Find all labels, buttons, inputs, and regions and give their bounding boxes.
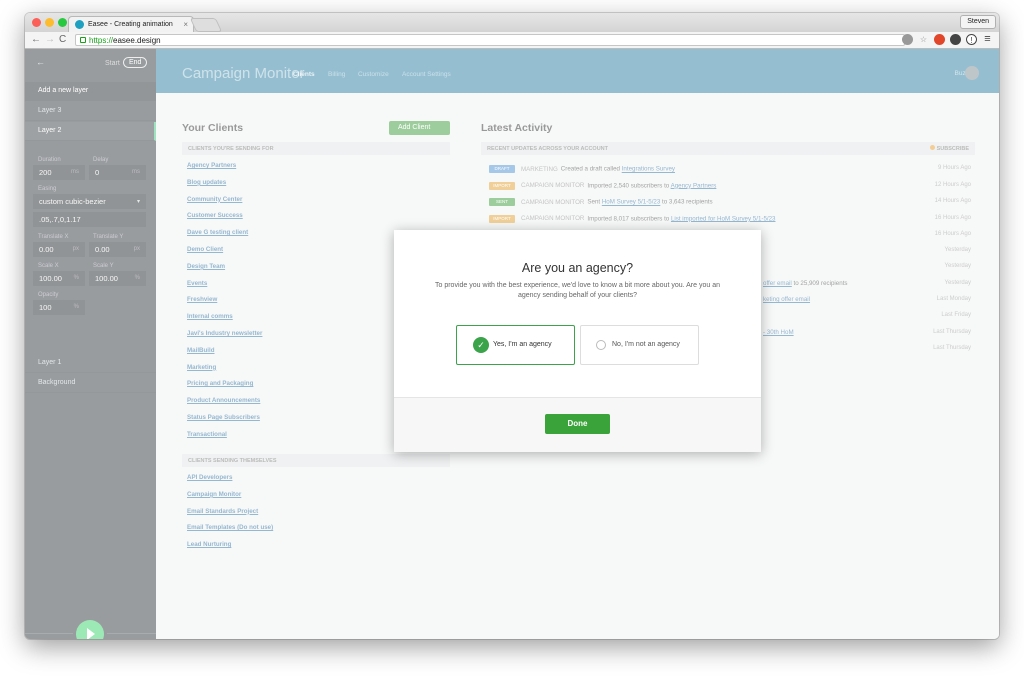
agency-yes-label: Yes, I'm an agency <box>493 341 552 348</box>
modal-title: Are you an agency? <box>521 261 634 275</box>
browser-tab[interactable]: Easee - Creating animation × <box>68 16 194 32</box>
favicon-icon <box>75 20 84 29</box>
close-window-icon[interactable] <box>32 18 41 27</box>
url-host: easee.design <box>113 36 161 45</box>
address-bar[interactable]: https://easee.design <box>75 34 905 46</box>
back-icon[interactable]: ← <box>31 34 41 46</box>
menu-icon[interactable]: ≡ <box>982 34 993 45</box>
tab-bar: Easee - Creating animation × Steven <box>25 13 999 32</box>
tab-title: Easee - Creating animation <box>88 21 173 28</box>
new-tab-button[interactable] <box>189 18 223 32</box>
browser-window: Easee - Creating animation × Steven ← → C… <box>25 13 999 639</box>
modal-footer: Done <box>394 397 761 452</box>
modal-text: To provide you with the best experience,… <box>434 282 720 299</box>
agency-modal: Are you an agency? To provide you with t… <box>394 230 761 452</box>
bulb-icon[interactable] <box>902 34 913 45</box>
done-button[interactable]: Done <box>545 414 610 434</box>
extensions: ☆ ! ≡ <box>902 34 993 45</box>
extension-icon[interactable] <box>950 34 961 45</box>
info-icon[interactable]: ! <box>966 34 977 45</box>
close-tab-icon[interactable]: × <box>183 20 188 29</box>
agency-yes-option[interactable]: ✓ Yes, I'm an agency <box>456 325 575 365</box>
url-scheme: https:// <box>89 36 114 45</box>
agency-no-label: No, I'm not an agency <box>612 341 680 348</box>
maximize-window-icon[interactable] <box>58 18 67 27</box>
star-icon[interactable]: ☆ <box>918 34 929 45</box>
minimize-window-icon[interactable] <box>45 18 54 27</box>
check-icon: ✓ <box>473 337 489 353</box>
agency-no-option[interactable]: No, I'm not an agency <box>580 325 699 365</box>
lock-icon <box>80 37 86 43</box>
reload-icon[interactable]: C <box>59 34 66 46</box>
forward-icon[interactable]: → <box>45 34 55 46</box>
toolbar: ← → C https://easee.design ☆ ! ≡ <box>25 32 999 49</box>
adblock-icon[interactable] <box>934 34 945 45</box>
profile-button[interactable]: Steven <box>960 15 996 29</box>
radio-icon <box>596 340 606 350</box>
